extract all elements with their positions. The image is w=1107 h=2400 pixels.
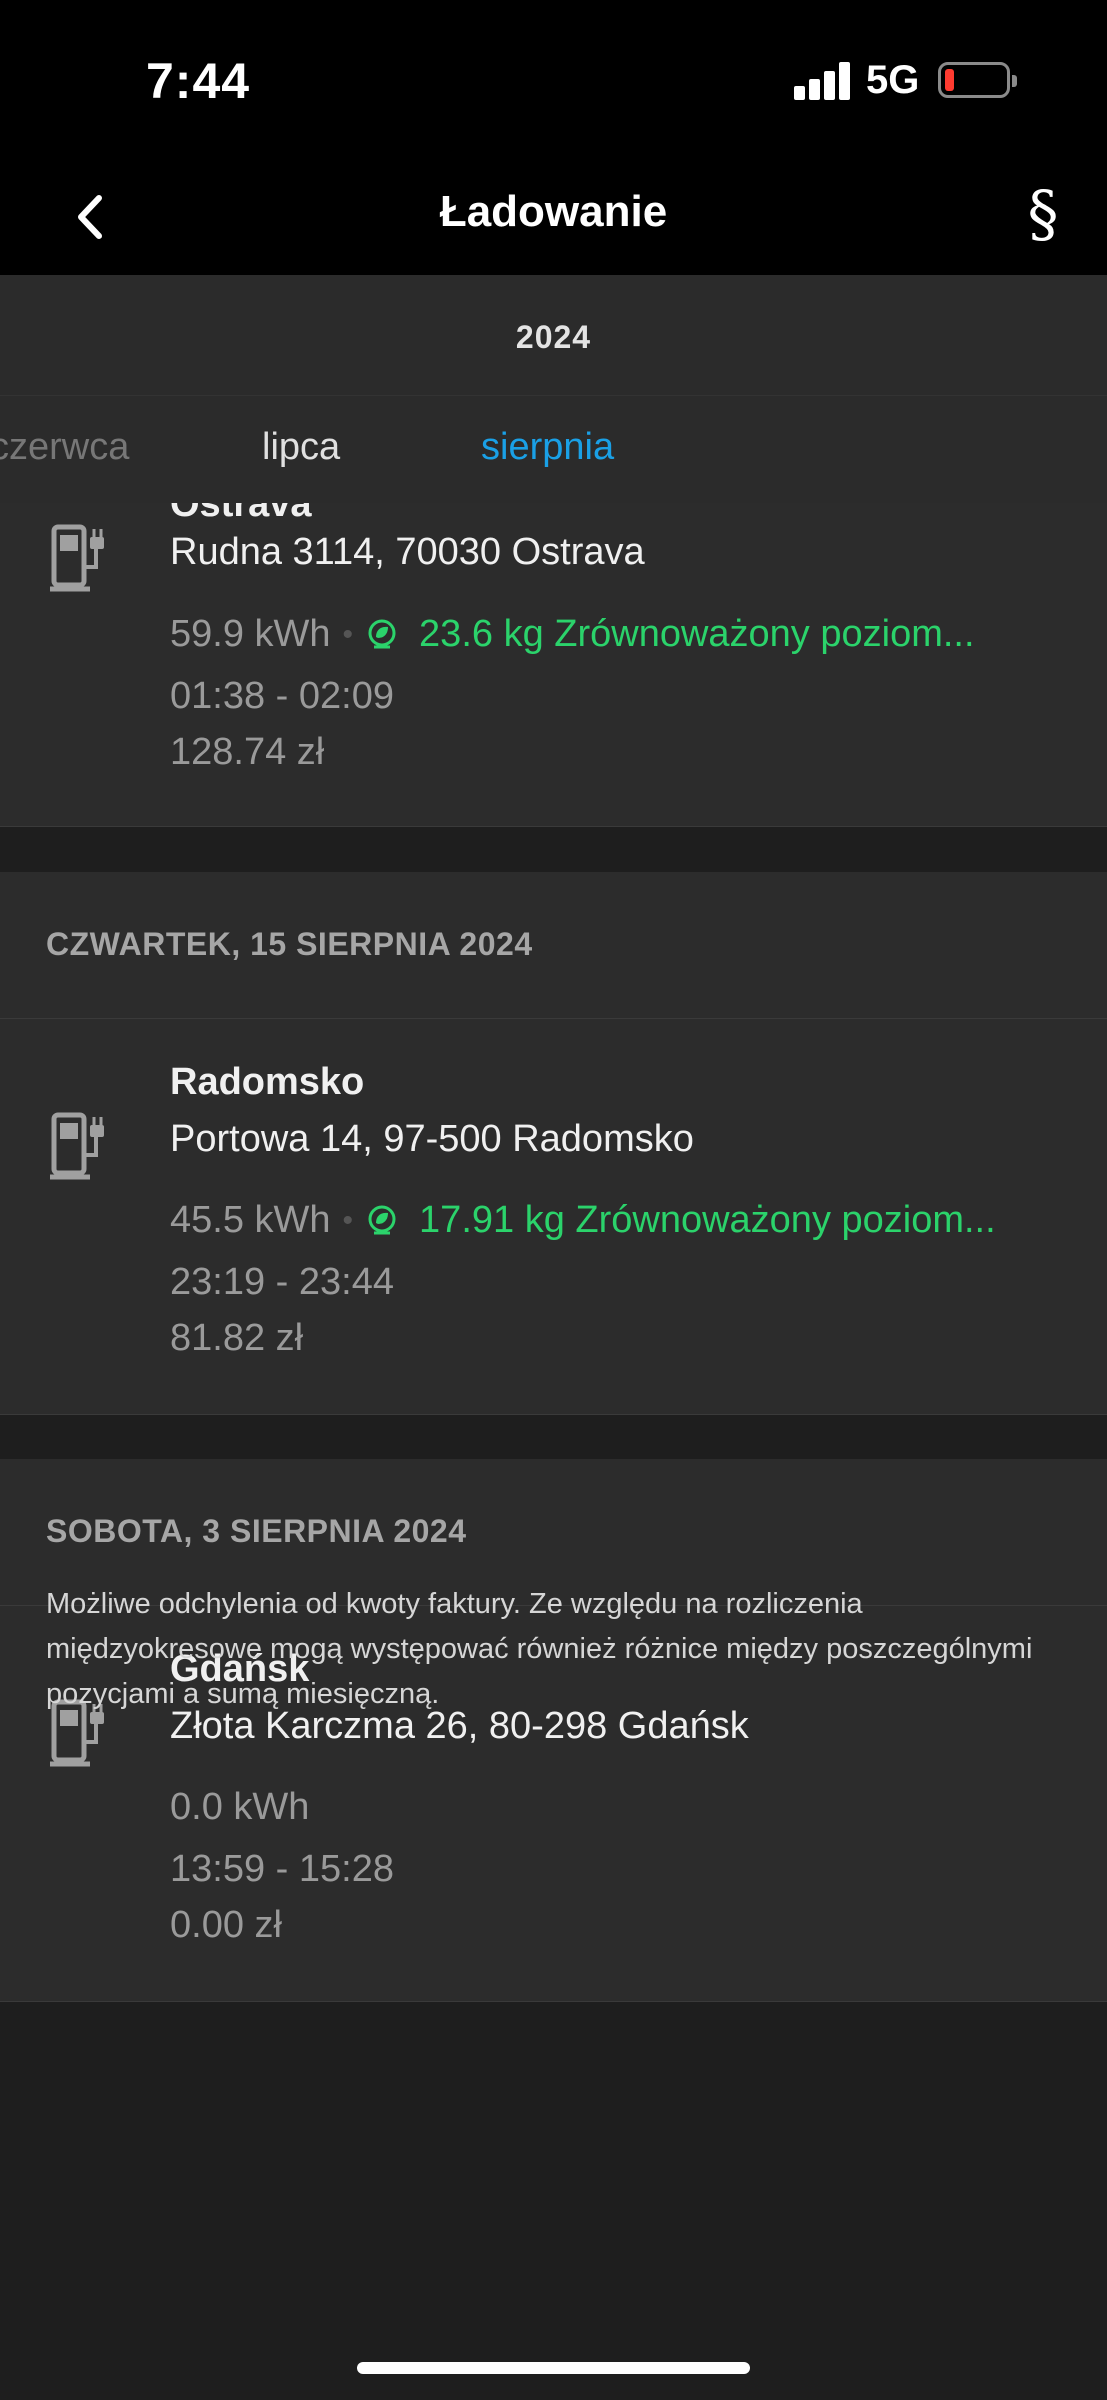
location-address: Rudna 3114, 70030 Ostrava [170, 531, 645, 573]
separator: • [342, 617, 354, 651]
date-label: SOBOTA, 3 SIERPNIA 2024 [46, 1513, 467, 1549]
page-title: Ładowanie [439, 187, 668, 236]
date-label: CZWARTEK, 15 SIERPNIA 2024 [46, 926, 533, 962]
battery-icon [938, 62, 1017, 98]
charging-cost: 128.74 zł [170, 731, 325, 773]
charging-time: 23:19 - 23:44 [170, 1261, 394, 1303]
charging-cost: 81.82 zł [170, 1317, 304, 1359]
energy-amount: 45.5 kWh [170, 1199, 331, 1241]
energy-row: 45.5 kWh • 17.91 kg Zrównoważony poziom.… [170, 1199, 996, 1242]
tab-month-june[interactable]: czerwca [0, 426, 129, 469]
location-name: Radomsko [170, 1061, 365, 1103]
separator: • [342, 1203, 354, 1237]
tab-month-july[interactable]: lipca [262, 426, 340, 469]
home-indicator[interactable] [357, 2362, 750, 2374]
charging-session-card[interactable]: Ostrava Rudna 3114, 70030 Ostrava 59.9 k… [0, 503, 1107, 827]
status-bar: 7:44 5G [0, 0, 1107, 165]
eco-leaf-icon [368, 619, 396, 648]
status-time: 7:44 [146, 53, 251, 109]
date-header: CZWARTEK, 15 SIERPNIA 2024 [0, 872, 1107, 1019]
ev-charger-icon [50, 524, 104, 592]
charging-cost: 0.00 zł [170, 1904, 282, 1946]
invoice-disclaimer: Możliwe odchylenia od kwoty faktury. Ze … [46, 1588, 1033, 1710]
energy-amount: 0.0 kWh [170, 1786, 310, 1828]
month-tabs: czerwca lipca sierpnia [0, 395, 1107, 503]
charging-session-list: Ostrava Rudna 3114, 70030 Ostrava 59.9 k… [0, 503, 1107, 2400]
eco-leaf-icon [368, 1205, 396, 1234]
ev-charger-icon [50, 1112, 104, 1180]
nav-header: Ładowanie § [0, 165, 1107, 275]
energy-amount: 59.9 kWh [170, 613, 331, 655]
signal-strength-icon [794, 62, 850, 100]
network-type: 5G [866, 58, 920, 102]
tab-month-august[interactable]: sierpnia [481, 426, 614, 469]
location-address: Portowa 14, 97-500 Radomsko [170, 1118, 694, 1160]
year-selector: 2024 [0, 275, 1107, 395]
eco-value: 17.91 kg Zrównoważony poziom... [419, 1199, 996, 1241]
energy-row: 0.0 kWh [170, 1786, 309, 1829]
energy-row: 59.9 kWh • 23.6 kg Zrównoważony poziom..… [170, 613, 975, 656]
charging-time: 01:38 - 02:09 [170, 675, 394, 717]
year-label: 2024 [515, 319, 592, 355]
location-name: Ostrava [170, 503, 312, 525]
charging-time: 13:59 - 15:28 [170, 1848, 394, 1890]
legal-info-button[interactable]: § [1011, 177, 1075, 257]
eco-value: 23.6 kg Zrównoważony poziom... [419, 613, 975, 655]
charging-session-card[interactable]: Radomsko Portowa 14, 97-500 Radomsko 45.… [0, 1019, 1107, 1415]
